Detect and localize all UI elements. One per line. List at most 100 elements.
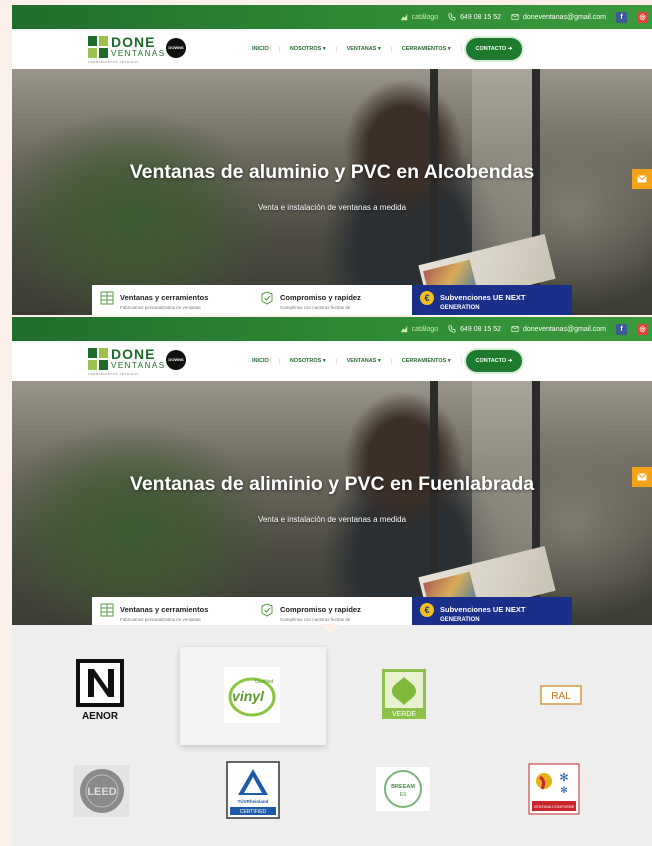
svg-text:BREEAM: BREEAM <box>391 784 415 790</box>
quality-badge: DOWNS QUALITY <box>166 38 186 70</box>
logo-mark <box>88 36 108 58</box>
main-navbar: DONE VENTANAS CERRAMIENTOS TÉCNICOS DOWN… <box>12 29 652 70</box>
window-icon <box>100 603 114 617</box>
hero-subtitle: Venta e instalación de ventanas a medida <box>257 515 407 524</box>
website-screenshot-1: catálogo 649 08 15 52 doneventanas@gmail… <box>12 5 652 315</box>
shield-check-icon <box>261 603 273 617</box>
hero-banner: Ventanas de aluminio y PVC en Alcobendas… <box>12 69 652 315</box>
euro-icon: € <box>420 291 434 305</box>
card-title: Ventanas y cerramientos <box>120 605 209 614</box>
facebook-icon[interactable]: f <box>616 323 627 335</box>
contacto-button[interactable]: CONTACTO ➜ <box>465 38 523 60</box>
euro-icon: € <box>420 603 434 617</box>
card-desc: GENERATION <box>440 305 480 311</box>
card-ventanas[interactable]: Ventanas y cerramientos Fabricamos perso… <box>92 285 252 315</box>
tuv-rheinland-logo[interactable]: TÜVRheinland CERTIFIED <box>226 761 280 819</box>
card-compromiso[interactable]: Compromiso y rapidez Cumplimos con nuest… <box>252 597 412 625</box>
email-link[interactable]: doneventanas@gmail.com <box>511 13 606 21</box>
hero-title: Ventanas de aliminio y PVC en Fuenlabrad… <box>129 473 535 495</box>
phone-icon <box>448 13 456 21</box>
card-desc: Cumplimos con nuestros fechas de <box>280 617 351 622</box>
card-subvenciones[interactable]: € Subvenciones UE NEXT GENERATION <box>412 285 572 315</box>
logo-word-ventanas: VENTANAS <box>111 49 166 58</box>
email-address: doneventanas@gmail.com <box>523 13 606 21</box>
catalogo-label: catálogo <box>411 325 439 333</box>
card-title: Ventanas y cerramientos <box>120 293 209 302</box>
certifications-section: AENOR vinyl Certified VERDE RAL LEED TÜV… <box>12 624 652 846</box>
logo-tagline: CERRAMIENTOS TÉCNICOS <box>88 60 139 64</box>
instagram-icon[interactable]: ◎ <box>637 11 648 23</box>
svg-text:LEED: LEED <box>87 786 116 798</box>
card-title: Compromiso y rapidez <box>280 605 361 614</box>
instagram-icon[interactable]: ◎ <box>637 323 648 335</box>
feature-cards: Ventanas y cerramientos Fabricamos perso… <box>92 597 572 625</box>
nav-nosotros[interactable]: NOSOTROS ▾ <box>280 46 337 52</box>
phone-icon <box>448 325 456 333</box>
logo-mark <box>88 348 108 370</box>
facebook-icon[interactable]: f <box>616 11 627 23</box>
card-desc: GENERATION <box>440 617 480 623</box>
top-bar: catálogo 649 08 15 52 doneventanas@gmail… <box>12 5 652 29</box>
hero-title: Ventanas de aluminio y PVC en Alcobendas <box>129 161 535 183</box>
vinyl-certified-logo[interactable]: vinyl Certified <box>222 665 282 725</box>
card-desc: Cumplimos con nuestros fechas de <box>280 305 351 310</box>
verde-logo[interactable]: VERDE <box>380 667 428 721</box>
card-title: Compromiso y rapidez <box>280 293 361 302</box>
nav-nosotros[interactable]: NOSOTROS ▾ <box>280 358 337 364</box>
nav-ventanas[interactable]: VENTANAS ▾ <box>337 46 392 52</box>
email-icon <box>511 326 519 332</box>
email-address: doneventanas@gmail.com <box>523 325 606 333</box>
svg-text:VENTANA CONFORME: VENTANA CONFORME <box>534 805 575 809</box>
card-desc: Fabricamos personalizados en ventanas <box>120 617 201 622</box>
logo-word-ventanas: VENTANAS <box>111 361 166 370</box>
nav-inicio[interactable]: INICIO <box>242 358 280 364</box>
nav-cerramientos[interactable]: CERRAMIENTOS ▾ <box>392 46 462 52</box>
nav-menu: INICIO NOSOTROS ▾ VENTANAS ▾ CERRAMIENTO… <box>242 29 523 69</box>
main-navbar: DONE VENTANAS CERRAMIENTOS TÉCNICOS DOWN… <box>12 341 652 382</box>
nav-ventanas[interactable]: VENTANAS ▾ <box>337 358 392 364</box>
contacto-button[interactable]: CONTACTO ➜ <box>465 350 523 372</box>
logo-word-done: DONE <box>111 346 156 362</box>
breeam-logo[interactable]: BREEAM ES <box>376 767 430 811</box>
catalogo-link[interactable]: catálogo <box>400 13 438 21</box>
mail-icon[interactable] <box>632 169 652 189</box>
nav-inicio[interactable]: INICIO <box>242 46 280 52</box>
phone-number: 649 08 15 52 <box>460 325 501 333</box>
catalogo-label: catálogo <box>411 13 439 21</box>
logo-tagline: CERRAMIENTOS TÉCNICOS <box>88 372 139 376</box>
ventana-conforme-logo[interactable]: ✻ ✻ VENTANA CONFORME <box>528 763 580 815</box>
nav-menu: INICIO NOSOTROS ▾ VENTANAS ▾ CERRAMIENTO… <box>242 341 523 381</box>
email-link[interactable]: doneventanas@gmail.com <box>511 325 606 333</box>
svg-text:vinyl: vinyl <box>232 688 265 704</box>
card-subvenciones[interactable]: € Subvenciones UE NEXT GENERATION <box>412 597 572 625</box>
ral-logo[interactable]: RAL <box>540 685 582 705</box>
catalogo-link[interactable]: catálogo <box>400 325 438 333</box>
mail-icon[interactable] <box>632 467 652 487</box>
phone-link[interactable]: 649 08 15 52 <box>448 13 501 21</box>
snowflake-icon: ✻ <box>560 785 568 795</box>
svg-text:Certified: Certified <box>255 679 274 685</box>
card-compromiso[interactable]: Compromiso y rapidez Cumplimos con nuest… <box>252 285 412 315</box>
hero-subtitle: Venta e instalación de ventanas a medida <box>257 203 407 212</box>
leaf-icon <box>400 13 407 21</box>
card-ventanas[interactable]: Ventanas y cerramientos Fabricamos perso… <box>92 597 252 625</box>
snowflake-icon: ✻ <box>559 772 568 784</box>
leed-logo[interactable]: LEED <box>74 765 130 817</box>
svg-text:AENOR: AENOR <box>82 711 119 722</box>
website-screenshot-2: catálogo 649 08 15 52 doneventanas@gmail… <box>12 317 652 625</box>
phone-number: 649 08 15 52 <box>460 13 501 21</box>
quality-badge: DOWNS QUALITY <box>166 350 186 382</box>
leaf-icon <box>400 325 407 333</box>
shield-check-icon <box>261 291 273 305</box>
section-notch <box>320 624 340 634</box>
window-icon <box>100 291 114 305</box>
phone-link[interactable]: 649 08 15 52 <box>448 325 501 333</box>
aenor-logo[interactable]: AENOR <box>74 659 128 727</box>
nav-cerramientos[interactable]: CERRAMIENTOS ▾ <box>392 358 462 364</box>
card-title: Subvenciones UE NEXT <box>440 605 526 614</box>
card-desc: Fabricamos personalizados en ventanas <box>120 305 201 310</box>
logo-word-done: DONE <box>111 34 156 50</box>
svg-text:ES: ES <box>400 792 407 798</box>
feature-cards: Ventanas y cerramientos Fabricamos perso… <box>92 285 572 315</box>
svg-text:TÜVRheinland: TÜVRheinland <box>238 798 269 804</box>
